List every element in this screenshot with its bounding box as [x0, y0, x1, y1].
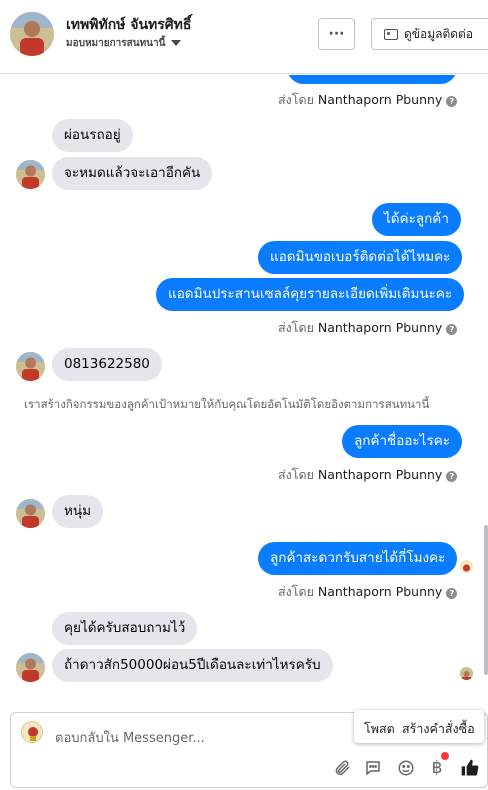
assign-label: มอบหมายการสนทนานี้ — [66, 38, 166, 49]
message-outgoing: ลูกค้าชื่ออะไรคะ — [342, 425, 463, 458]
sent-by-label: ส่งโดย Nanthaporn Pbunny? — [278, 465, 458, 485]
action-tooltip: โพสต สร้างคำสั่งซื้อ — [354, 710, 484, 743]
message-incoming: ถ้าดาวสัก50000ผ่อน5ปีเดือนละเท่าไหรครับ — [52, 649, 333, 682]
more-icon: ··· — [328, 26, 345, 42]
view-contact-label: ดูข้อมูลติดต่อ — [404, 26, 474, 41]
contact-avatar[interactable] — [10, 12, 54, 56]
scrollbar[interactable] — [484, 525, 488, 675]
contact-avatar-small — [16, 653, 45, 682]
seen-page-icon — [460, 560, 473, 573]
sent-by-label: ส่งโดย Nanthaporn Pbunny? — [278, 318, 458, 338]
contact-avatar-small — [16, 160, 45, 189]
message-outgoing: ได้ค่ะลูกค้า — [372, 203, 461, 236]
contact-avatar-small — [16, 352, 45, 381]
help-icon: ? — [446, 324, 458, 335]
reply-input[interactable]: ตอบกลับใน Messenger... — [55, 727, 205, 748]
message-incoming: 0813622580 — [52, 348, 162, 381]
more-options-button[interactable]: ··· — [318, 18, 355, 50]
message-incoming: หนุ่ม — [52, 495, 104, 528]
view-contact-button[interactable]: ดูข้อมูลติดต่อ — [371, 18, 488, 50]
attachment-icon[interactable] — [331, 757, 353, 779]
message-outgoing-partial — [287, 75, 457, 84]
contact-card-icon — [384, 28, 398, 40]
message-outgoing: ลูกค้าสะดวกรับสายได้กี่โมงคะ — [258, 542, 458, 575]
assign-conversation-dropdown[interactable]: มอบหมายการสนทนานี้ — [66, 36, 182, 51]
chevron-down-icon — [171, 40, 182, 46]
message-thread[interactable]: ส่งโดย Nanthaporn Pbunny? ผ่อนรถอยู่ จะห… — [0, 75, 488, 703]
message-incoming: คุยได้ครับสอบถามไว้ — [52, 612, 198, 645]
help-icon: ? — [446, 96, 458, 107]
thumbs-up-icon[interactable] — [459, 757, 481, 779]
conversation-header: เทพพิทักษ์ จันทรศิทธิ์ มอบหมายการสนทนานี… — [0, 0, 488, 74]
notification-dot — [441, 752, 449, 760]
message-incoming: ผ่อนรถอยู่ — [52, 119, 133, 152]
message-incoming: จะหมดแล้วจะเอาอีกคัน — [52, 157, 213, 190]
emoji-icon[interactable] — [395, 757, 417, 779]
system-note: เราสร้างกิจกรรมของลูกค้าเป้าหมายให้กับคุ… — [24, 397, 430, 411]
create-order-button[interactable]: สร้างคำสั่งซื้อ — [402, 719, 475, 739]
help-icon: ? — [446, 471, 458, 482]
post-label[interactable]: โพสต — [364, 719, 395, 739]
seen-avatar — [460, 667, 473, 680]
contact-name[interactable]: เทพพิทักษ์ จันทรศิทธิ์ — [66, 14, 191, 36]
sent-by-label: ส่งโดย Nanthaporn Pbunny? — [278, 582, 458, 602]
message-outgoing: แอดมินขอเบอร์ติดต่อได้ไหมคะ — [258, 241, 463, 274]
sent-by-label: ส่งโดย Nanthaporn Pbunny? — [278, 90, 458, 110]
saved-reply-icon[interactable] — [362, 757, 384, 779]
contact-avatar-small — [16, 499, 45, 528]
help-icon: ? — [446, 588, 458, 599]
page-logo — [21, 721, 43, 743]
baht-icon[interactable]: ฿ — [426, 757, 448, 779]
message-outgoing: แอดมินประสานเซลล์คุยรายละเอียดเพิ่มเติมน… — [156, 278, 465, 311]
